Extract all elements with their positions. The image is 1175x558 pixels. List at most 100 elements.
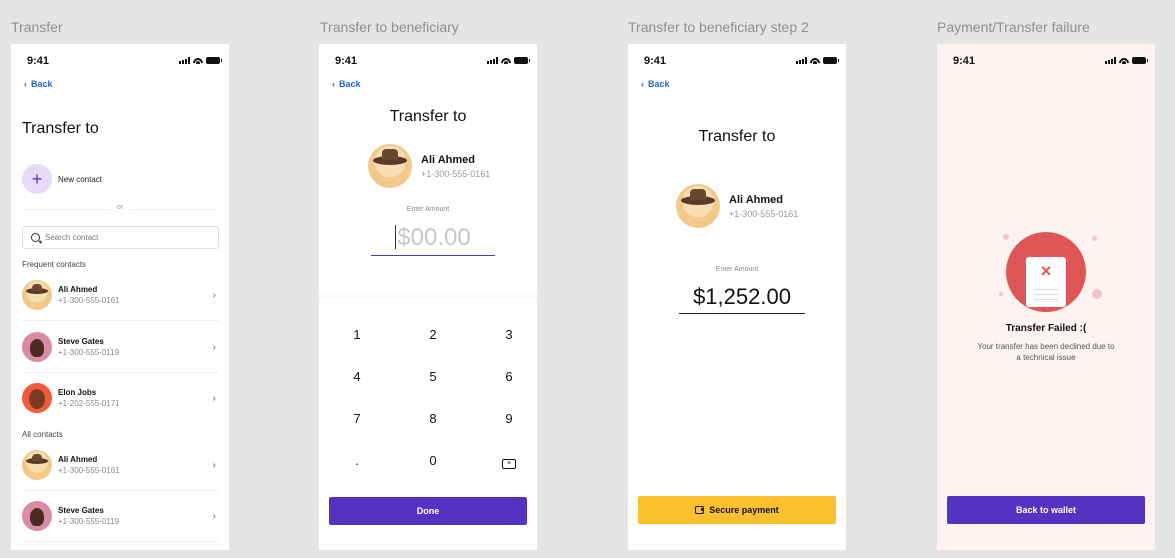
key-8[interactable]: 8 <box>413 411 453 426</box>
contact-phone: +1-300-555-0161 <box>58 466 120 475</box>
done-button[interactable]: Done <box>329 497 527 525</box>
secure-payment-button[interactable]: Secure payment <box>638 496 836 524</box>
chevron-left-icon: ‹ <box>332 79 335 89</box>
avatar <box>22 501 52 531</box>
status-bar: 9:41 <box>937 55 1155 69</box>
key-3[interactable]: 3 <box>489 327 529 342</box>
status-time: 9:41 <box>953 55 976 67</box>
back-button[interactable]: ‹ Back <box>641 79 670 89</box>
contact-row[interactable]: Ali Ahmed +1-300-555-0161 › <box>22 446 219 484</box>
contact-name: Elon Jobs <box>58 388 97 397</box>
wallet-icon <box>695 506 705 514</box>
failure-title: Transfer Failed :( <box>1005 323 1087 334</box>
key-1[interactable]: 1 <box>337 327 377 342</box>
failure-message: Your transfer has been declined due to a… <box>977 342 1115 362</box>
document-icon: × <box>1026 257 1066 307</box>
contact-row[interactable]: Steve Gates +1-300-555-0119 › <box>22 497 219 535</box>
enter-amount-label: Enter Amount <box>715 266 759 273</box>
secure-payment-label: Secure payment <box>709 505 779 515</box>
chevron-right-icon: › <box>212 392 216 404</box>
key-6[interactable]: 6 <box>489 369 529 384</box>
contact-row[interactable]: Elon Jobs +1-202-555-0171 › <box>22 379 219 417</box>
contact-row[interactable]: Steve Gates +1-300-555-0119 › <box>22 328 219 366</box>
battery-icon <box>823 57 839 64</box>
beneficiary-phone: +1-300-555-0161 <box>421 168 491 179</box>
screen-transfer-failure: 9:41 × Transfer Failed :( Your transfer … <box>937 44 1155 550</box>
status-time: 9:41 <box>27 55 50 67</box>
contact-phone: +1-300-555-0119 <box>58 517 120 526</box>
wifi-icon <box>810 57 820 64</box>
search-icon <box>31 233 40 242</box>
contact-name: Steve Gates <box>58 337 104 346</box>
signal-icon <box>1105 57 1116 64</box>
chevron-right-icon: › <box>212 341 216 353</box>
backspace-key[interactable]: × <box>489 453 529 469</box>
beneficiary-card: Ali Ahmed +1-300-555-0161 <box>676 184 798 228</box>
beneficiary-card: Ali Ahmed +1-300-555-0161 <box>368 144 490 188</box>
wifi-icon <box>1119 57 1129 64</box>
key-0[interactable]: 0 <box>413 453 453 468</box>
back-label: Back <box>31 79 53 89</box>
frame-label-transfer-step2: Transfer to beneficiary step 2 <box>628 19 809 35</box>
key-decimal[interactable]: . <box>337 453 377 468</box>
search-field[interactable] <box>22 226 219 249</box>
avatar <box>676 184 720 228</box>
status-bar: 9:41 <box>319 55 537 69</box>
beneficiary-name: Ali Ahmed <box>729 193 783 206</box>
failure-illustration: × <box>992 224 1092 312</box>
page-title: Transfer to <box>698 128 776 145</box>
frame-label-transfer-beneficiary: Transfer to beneficiary <box>320 19 459 35</box>
amount-input[interactable]: $00.00 <box>371 222 495 256</box>
chevron-left-icon: ‹ <box>641 79 644 89</box>
status-time: 9:41 <box>644 55 667 67</box>
contact-phone: +1-202-555-0171 <box>58 399 120 408</box>
or-divider: or <box>22 204 218 214</box>
amount-value: $1,252.00 <box>679 284 805 314</box>
key-9[interactable]: 9 <box>489 411 529 426</box>
plus-icon: + <box>22 164 52 194</box>
screen-transfer-beneficiary: 9:41 ‹ Back Transfer to Ali Ahmed +1-300-5… <box>319 44 537 550</box>
key-4[interactable]: 4 <box>337 369 377 384</box>
signal-icon <box>179 57 190 64</box>
amount-placeholder: $00.00 <box>397 224 471 251</box>
status-bar: 9:41 <box>11 55 229 69</box>
battery-icon <box>514 57 530 64</box>
wifi-icon <box>193 57 203 64</box>
enter-amount-label: Enter Amount <box>406 206 450 213</box>
avatar <box>22 280 52 310</box>
frame-label-transfer: Transfer <box>11 19 63 35</box>
contact-name: Steve Gates <box>58 506 104 515</box>
page-title: Transfer to <box>22 120 99 137</box>
page-title: Transfer to <box>389 108 467 125</box>
contact-phone: +1-300-555-0161 <box>58 296 120 305</box>
numeric-keypad: 1 2 3 4 5 6 7 8 9 . 0 × Done <box>319 297 537 550</box>
status-bar: 9:41 <box>628 55 846 69</box>
close-icon: × <box>1040 261 1052 281</box>
beneficiary-name: Ali Ahmed <box>421 153 475 166</box>
key-2[interactable]: 2 <box>413 327 453 342</box>
all-contacts-label: All contacts <box>22 430 63 439</box>
back-button[interactable]: ‹ Back <box>24 79 53 89</box>
battery-icon <box>1132 57 1148 64</box>
beneficiary-phone: +1-300-555-0161 <box>729 208 799 219</box>
avatar <box>22 450 52 480</box>
contact-name: Ali Ahmed <box>58 285 98 294</box>
frequent-contacts-label: Frequent contacts <box>22 260 87 269</box>
back-label: Back <box>648 79 670 89</box>
signal-icon <box>796 57 807 64</box>
back-label: Back <box>339 79 361 89</box>
new-contact-label: New contact <box>58 174 103 184</box>
contact-phone: +1-300-555-0119 <box>58 348 120 357</box>
back-button[interactable]: ‹ Back <box>332 79 361 89</box>
contact-row[interactable]: Ali Ahmed +1-300-555-0161 › <box>22 276 219 314</box>
key-5[interactable]: 5 <box>413 369 453 384</box>
back-to-wallet-button[interactable]: Back to wallet <box>947 496 1145 524</box>
backspace-icon: × <box>502 459 516 469</box>
or-label: or <box>110 204 130 211</box>
frame-label-transfer-failure: Payment/Transfer failure <box>937 19 1090 35</box>
screen-transfer: 9:41 ‹ Back Transfer to + New contact or … <box>11 44 229 550</box>
search-input[interactable] <box>45 233 195 242</box>
key-7[interactable]: 7 <box>337 411 377 426</box>
status-time: 9:41 <box>335 55 358 67</box>
new-contact-button[interactable]: + New contact <box>22 164 102 194</box>
